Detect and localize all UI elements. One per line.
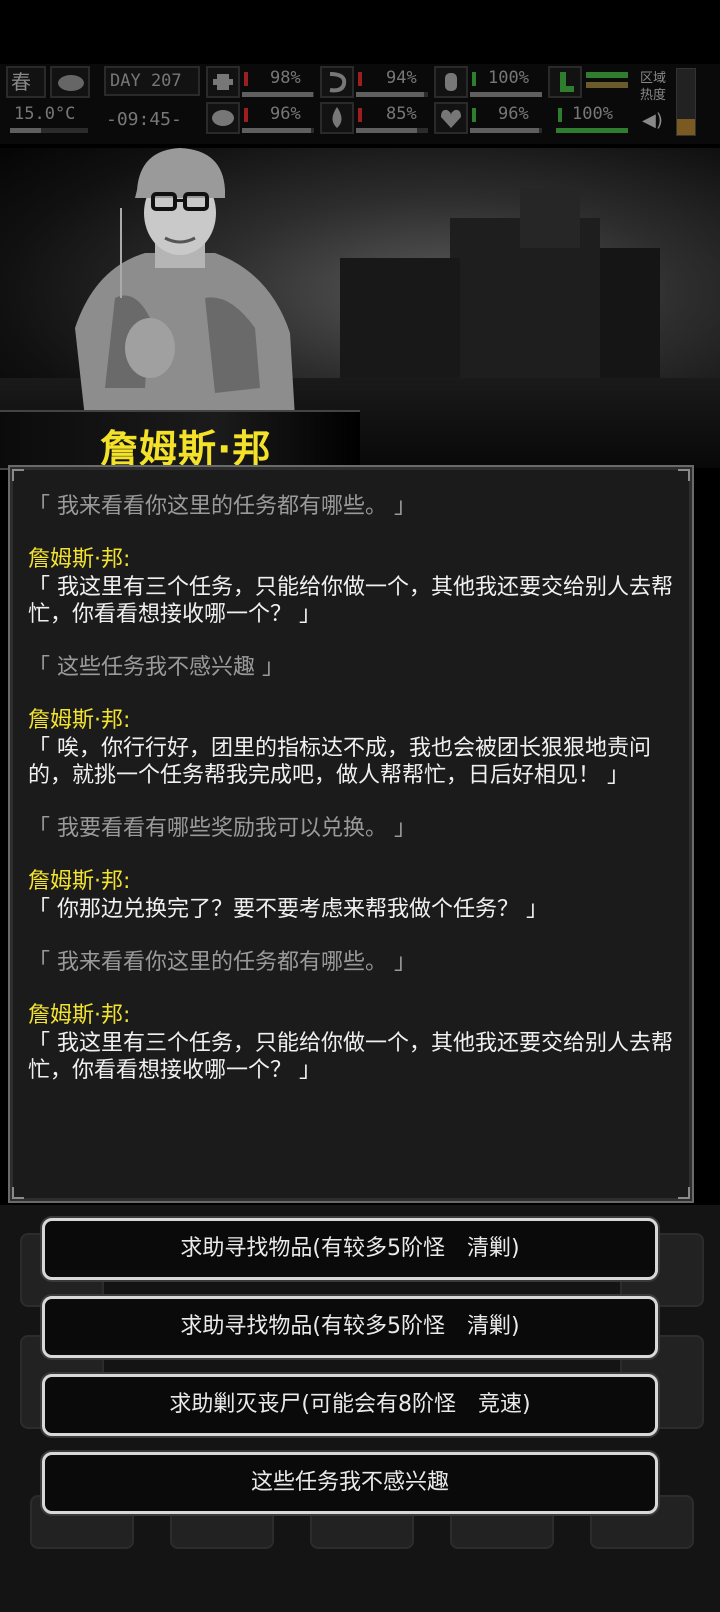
armor-value: 100% — [488, 68, 529, 88]
player-line: 「 我来看看你这里的任务都有哪些。 」 — [28, 494, 416, 519]
brain-icon — [206, 102, 240, 134]
temperature-readout: 15.0°C — [14, 104, 76, 124]
boot-icon — [548, 66, 582, 98]
status-bar: 春 15.0°C DAY 207 -09:45- 98% 94% 100% 96… — [0, 64, 720, 144]
speaker-name: 詹姆斯·邦: — [28, 547, 131, 572]
speaker-icon[interactable]: ◀) — [642, 110, 663, 131]
option-decline-button[interactable]: 这些任务我不感兴趣 — [42, 1452, 658, 1514]
player-line: 「 我来看看你这里的任务都有哪些。 」 — [28, 950, 416, 975]
season-badge: 春 — [6, 66, 46, 98]
day-label: DAY 207 — [110, 71, 182, 91]
npc-portrait — [75, 148, 295, 418]
stamina-bar-fill — [556, 128, 628, 133]
npc-line: 詹姆斯·邦: 「 唉，你行行好，团里的指标达不成，我也会被团长狠狠地责问的，就挑… — [28, 707, 678, 789]
speaker-name: 詹姆斯·邦: — [28, 869, 131, 894]
npc-text: 「 你那边兑换完了？要不要考虑来帮我做个任务？ 」 — [28, 897, 548, 922]
sanity-bar — [242, 128, 314, 133]
npc-text: 「 我这里有三个任务，只能给你做一个，其他我还要交给别人去帮忙，你看看想接收哪一… — [28, 1031, 673, 1083]
npc-line: 詹姆斯·邦: 「 你那边兑换完了？要不要考虑来帮我做个任务？ 」 — [28, 868, 678, 923]
thirst-bar — [356, 128, 428, 133]
region-heat-label: 区域热度 — [640, 71, 667, 103]
water-drop-icon — [320, 102, 354, 134]
mood-value: 96% — [498, 104, 529, 124]
npc-text: 「 唉，你行行好，团里的指标达不成，我也会被团长狠狠地责问的，就挑一个任务帮我完… — [28, 736, 651, 788]
npc-text: 「 我这里有三个任务，只能给你做一个，其他我还要交给别人去帮忙，你看看想接收哪一… — [28, 575, 673, 627]
player-line: 「 我要看看有哪些奖励我可以兑换。 」 — [28, 816, 416, 841]
hunger-bar — [356, 92, 428, 97]
health-value: 98% — [270, 68, 301, 88]
thirst-bar-fill — [356, 128, 418, 133]
health-icon — [206, 66, 240, 98]
weather-icon — [50, 66, 90, 98]
speaker-name: 詹姆斯·邦: — [28, 1003, 131, 1028]
stamina-value: 100% — [572, 104, 613, 124]
npc-line: 詹姆斯·邦: 「 我这里有三个任务，只能给你做一个，其他我还要交给别人去帮忙，你… — [28, 546, 678, 628]
season-label: 春 — [11, 70, 31, 94]
hunger-bar-fill — [356, 92, 424, 97]
sanity-bar-fill — [242, 128, 312, 133]
mood-bar — [470, 128, 542, 133]
shield-icon — [434, 66, 468, 98]
option-button-3[interactable]: 求助剿灭丧尸(可能会有8阶怪 竞速) — [42, 1374, 658, 1436]
heart-icon — [434, 102, 468, 134]
stamina-bar — [556, 128, 628, 133]
armor-bar-fill — [470, 92, 542, 97]
thirst-value: 85% — [386, 104, 417, 124]
sanity-value: 96% — [270, 104, 301, 124]
dialog-panel[interactable]: 「 我来看看你这里的任务都有哪些。 」 詹姆斯·邦: 「 我这里有三个任务，只能… — [8, 465, 694, 1203]
health-bar-fill — [242, 92, 313, 97]
mood-bar-fill — [470, 128, 540, 133]
day-counter: DAY 207 — [104, 66, 200, 96]
dialog-log: 「 我来看看你这里的任务都有哪些。 」 詹姆斯·邦: 「 我这里有三个任务，只能… — [28, 493, 678, 1110]
stomach-icon — [320, 66, 354, 98]
hunger-value: 94% — [386, 68, 417, 88]
armor-bar — [470, 92, 542, 97]
npc-line: 詹姆斯·邦: 「 我这里有三个任务，只能给你做一个，其他我还要交给别人去帮忙，你… — [28, 1002, 678, 1084]
option-button-2[interactable]: 求助寻找物品(有较多5阶怪 清剿) — [42, 1296, 658, 1358]
option-button-1[interactable]: 求助寻找物品(有较多5阶怪 清剿) — [42, 1218, 658, 1280]
region-heat-gauge — [676, 68, 696, 136]
health-bar — [242, 92, 314, 97]
clock-readout: -09:45- — [106, 109, 182, 130]
player-line: 「 这些任务我不感兴趣 」 — [28, 655, 284, 680]
npc-name-plate: 詹姆斯·邦 — [0, 410, 360, 471]
speaker-name: 詹姆斯·邦: — [28, 708, 131, 733]
